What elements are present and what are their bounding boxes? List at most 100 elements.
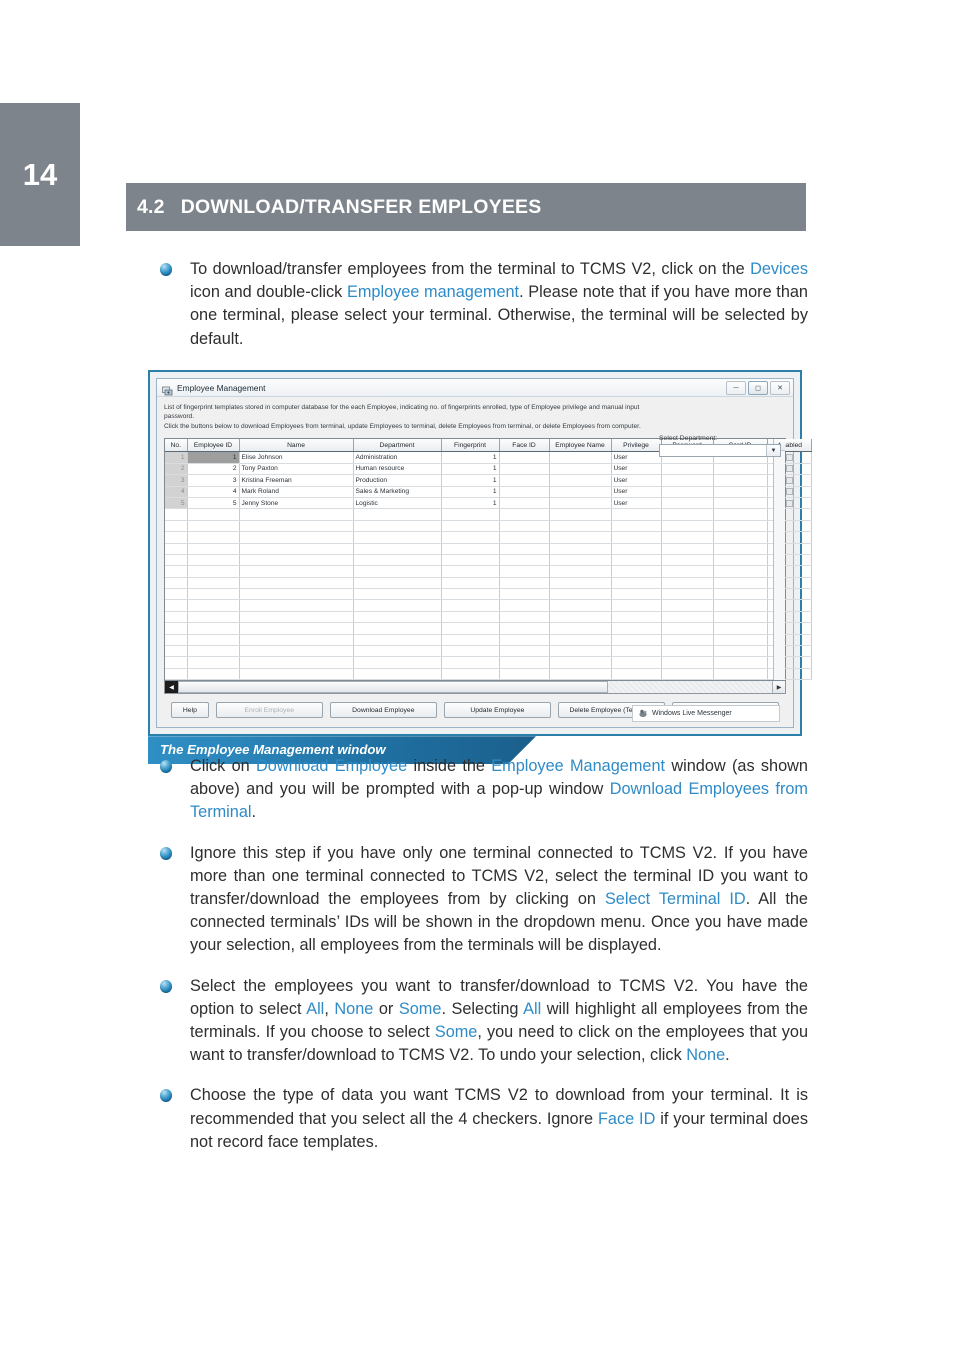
checkbox-icon[interactable]	[785, 488, 793, 496]
cell-privilege[interactable]: User	[611, 451, 662, 464]
inline-link[interactable]: Select Terminal ID	[605, 890, 746, 908]
cell-empty[interactable]	[661, 656, 714, 669]
cell-empty[interactable]	[165, 577, 188, 590]
cell-empty[interactable]	[187, 599, 240, 612]
cell-empty[interactable]	[499, 588, 550, 601]
table-row[interactable]: 3 3 Kristina Freeman Production 1 User	[165, 474, 812, 487]
cell-empty[interactable]	[441, 577, 500, 590]
cell-department[interactable]: Production	[353, 474, 442, 487]
cell-empty[interactable]	[611, 599, 662, 612]
cell-empty[interactable]	[499, 611, 550, 624]
cell-empty[interactable]	[611, 634, 662, 647]
cell-empty[interactable]	[441, 543, 500, 555]
cell-empty[interactable]	[661, 599, 714, 612]
cell-employee-id[interactable]: 5	[187, 497, 240, 510]
cell-empty[interactable]	[499, 531, 550, 544]
cell-fingerprint[interactable]: 1	[441, 463, 500, 476]
cell-empty[interactable]	[187, 543, 240, 555]
cell-empty[interactable]	[661, 565, 714, 578]
cell-password[interactable]	[661, 486, 714, 498]
cell-empty[interactable]	[441, 554, 500, 567]
cell-employee-id[interactable]: 4	[187, 486, 240, 498]
table-row-empty[interactable]	[165, 656, 812, 669]
cell-empty[interactable]	[611, 577, 662, 590]
cell-empty[interactable]	[353, 520, 442, 533]
cell-empty[interactable]	[187, 645, 240, 658]
cell-empty[interactable]	[441, 611, 500, 624]
help-button[interactable]: Help	[171, 702, 209, 719]
cell-empty[interactable]	[549, 588, 612, 601]
cell-empty[interactable]	[661, 543, 714, 555]
cell-empty[interactable]	[661, 611, 714, 624]
cell-empty[interactable]	[239, 577, 354, 590]
cell-empty[interactable]	[441, 565, 500, 578]
cell-empty[interactable]	[549, 577, 612, 590]
cell-empty[interactable]	[549, 508, 612, 521]
cell-empty[interactable]	[441, 520, 500, 533]
cell-empty[interactable]	[239, 656, 354, 669]
cell-empty[interactable]	[549, 554, 612, 567]
checkbox-icon[interactable]	[785, 499, 793, 507]
cell-empty[interactable]	[441, 599, 500, 612]
table-row[interactable]: 4 4 Mark Roland Sales & Marketing 1 User	[165, 486, 812, 498]
cell-empty[interactable]	[611, 611, 662, 624]
table-row-empty[interactable]	[165, 634, 812, 647]
cell-empty[interactable]	[353, 634, 442, 647]
cell-empty[interactable]	[165, 588, 188, 601]
cell-empty[interactable]	[239, 554, 354, 567]
cell-empty[interactable]	[661, 554, 714, 567]
cell-empty[interactable]	[353, 577, 442, 590]
inline-link[interactable]: Face ID	[598, 1110, 655, 1128]
inline-link[interactable]: None	[334, 1000, 373, 1018]
column-header[interactable]: Face ID	[499, 438, 550, 453]
table-row-empty[interactable]	[165, 543, 812, 555]
select-department-dropdown[interactable]: ▼	[659, 444, 781, 457]
cell-empty[interactable]	[353, 599, 442, 612]
cell-empty[interactable]	[713, 565, 768, 578]
cell-face-id[interactable]	[499, 451, 550, 464]
column-header[interactable]: Department	[353, 438, 442, 453]
cell-empty[interactable]	[499, 508, 550, 521]
cell-empty[interactable]	[549, 611, 612, 624]
cell-empty[interactable]	[187, 577, 240, 590]
cell-card-id[interactable]	[713, 463, 768, 476]
cell-empty[interactable]	[661, 577, 714, 590]
cell-empty[interactable]	[165, 611, 188, 624]
column-header[interactable]: No.	[165, 438, 188, 453]
cell-empty[interactable]	[499, 656, 550, 669]
cell-empty[interactable]	[441, 622, 500, 635]
table-row-empty[interactable]	[165, 645, 812, 658]
cell-empty[interactable]	[187, 656, 240, 669]
cell-name[interactable]: Mark Roland	[239, 486, 354, 498]
cell-empty[interactable]	[187, 508, 240, 521]
cell-privilege[interactable]: User	[611, 486, 662, 498]
cell-empty[interactable]	[353, 656, 442, 669]
cell-empty[interactable]	[611, 554, 662, 567]
maximize-icon[interactable]: ◻	[748, 381, 768, 395]
cell-employee-name[interactable]	[549, 451, 612, 464]
cell-name[interactable]: Elise Johnson	[239, 451, 354, 464]
cell-empty[interactable]	[165, 543, 188, 555]
checkbox-icon[interactable]	[785, 465, 793, 473]
cell-empty[interactable]	[441, 656, 500, 669]
minimize-icon[interactable]: ─	[726, 381, 746, 395]
cell-empty[interactable]	[187, 622, 240, 635]
cell-empty[interactable]	[499, 645, 550, 658]
cell-empty[interactable]	[353, 565, 442, 578]
inline-link[interactable]: All	[523, 1000, 541, 1018]
table-row-empty[interactable]	[165, 531, 812, 544]
cell-empty[interactable]	[353, 554, 442, 567]
cell-empty[interactable]	[611, 520, 662, 533]
cell-empty[interactable]	[499, 634, 550, 647]
chevron-down-icon[interactable]: ▼	[766, 445, 780, 456]
cell-face-id[interactable]	[499, 486, 550, 498]
cell-empty[interactable]	[441, 508, 500, 521]
column-header[interactable]: Privilege	[611, 438, 662, 453]
cell-empty[interactable]	[239, 668, 354, 681]
cell-empty[interactable]	[661, 520, 714, 533]
cell-department[interactable]: Sales & Marketing	[353, 486, 442, 498]
cell-employee-name[interactable]	[549, 474, 612, 487]
cell-empty[interactable]	[165, 520, 188, 533]
cell-empty[interactable]	[713, 554, 768, 567]
cell-empty[interactable]	[187, 611, 240, 624]
